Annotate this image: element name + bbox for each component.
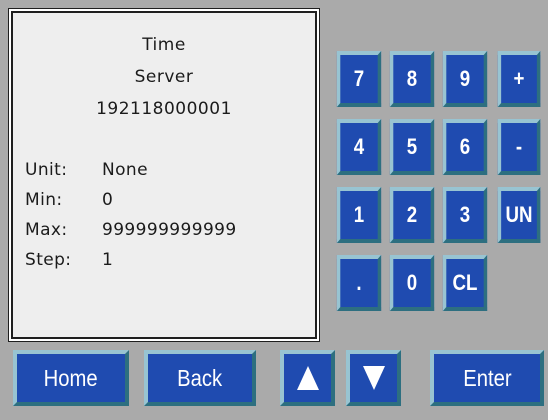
step-label: Step: (25, 250, 72, 270)
arrow-down-icon (362, 365, 386, 391)
scroll-up-button[interactable] (280, 350, 335, 406)
title-line-1: Time (142, 35, 186, 55)
min-value: 0 (102, 190, 114, 210)
key-un-button[interactable]: UN (497, 187, 541, 243)
max-label: Max: (25, 220, 68, 240)
key-1-label: 1 (353, 202, 365, 227)
unit-label: Unit: (25, 160, 68, 180)
home-button-label: Home (43, 364, 98, 391)
key-9-button[interactable]: 9 (442, 51, 488, 107)
key-9-label: 9 (459, 66, 471, 91)
back-button-label: Back (177, 364, 223, 391)
key-2-label: 2 (406, 202, 418, 227)
home-button[interactable]: Home (13, 350, 129, 406)
key-7-label: 7 (353, 66, 365, 91)
unit-value: None (102, 160, 148, 180)
unit-row: Unit: None (25, 160, 148, 180)
key-5-button[interactable]: 5 (389, 119, 435, 175)
key-dot-button[interactable]: . (336, 255, 382, 311)
min-label: Min: (25, 190, 63, 210)
key-7-button[interactable]: 7 (336, 51, 382, 107)
key-1-button[interactable]: 1 (336, 187, 382, 243)
key-clear-button[interactable]: CL (442, 255, 488, 311)
max-row: Max: 999999999999 (25, 220, 236, 240)
step-value: 1 (102, 250, 114, 270)
key-3-label: 3 (459, 202, 471, 227)
key-6-label: 6 (459, 134, 471, 159)
enter-button-label: Enter (462, 364, 512, 391)
step-row: Step: 1 (25, 250, 113, 270)
info-panel: Time Server 192118000001 Unit: None Min:… (8, 8, 320, 342)
key-4-button[interactable]: 4 (336, 119, 382, 175)
title-line-2: Server (134, 67, 194, 87)
min-row: Min: 0 (25, 190, 113, 210)
key-8-label: 8 (406, 66, 418, 91)
key-minus-label: - (515, 134, 523, 159)
key-5-label: 5 (406, 134, 418, 159)
title-line-3: 192118000001 (96, 99, 232, 119)
info-panel-inner: Time Server 192118000001 Unit: None Min:… (11, 11, 317, 339)
key-dot-label: . (356, 270, 362, 295)
key-3-button[interactable]: 3 (442, 187, 488, 243)
key-clear-label: CL (452, 270, 478, 295)
max-value: 999999999999 (102, 220, 237, 240)
scroll-down-button[interactable] (346, 350, 401, 406)
key-0-label: 0 (406, 270, 418, 295)
key-0-button[interactable]: 0 (389, 255, 435, 311)
numeric-entry-screen: Time Server 192118000001 Unit: None Min:… (0, 0, 548, 420)
key-4-label: 4 (353, 134, 365, 159)
key-plus-label: + (513, 66, 525, 91)
key-un-label: UN (505, 202, 533, 227)
key-2-button[interactable]: 2 (389, 187, 435, 243)
key-minus-button[interactable]: - (497, 119, 541, 175)
back-button[interactable]: Back (144, 350, 256, 406)
key-8-button[interactable]: 8 (389, 51, 435, 107)
arrow-up-icon (296, 365, 320, 391)
key-6-button[interactable]: 6 (442, 119, 488, 175)
key-plus-button[interactable]: + (497, 51, 541, 107)
enter-button[interactable]: Enter (430, 350, 544, 406)
